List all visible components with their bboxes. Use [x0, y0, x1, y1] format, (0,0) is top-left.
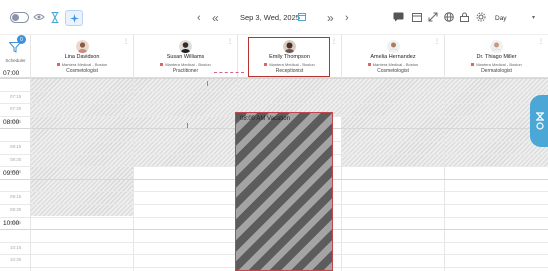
avatar [386, 40, 400, 53]
grid-line [0, 103, 548, 105]
more-icon[interactable]: ⋮ [123, 38, 129, 45]
lock-icon[interactable] [459, 11, 470, 22]
toggle-knob [12, 14, 19, 21]
avatar [179, 40, 192, 53]
staff-role: Cosmetologist [66, 68, 98, 74]
double-chevron-left-icon[interactable]: « [212, 11, 219, 25]
appointment-block[interactable]: 08:00 AM Vacation [235, 112, 333, 271]
staff-role: Practitioner [172, 68, 199, 74]
avatar [75, 40, 89, 53]
availability-toggle[interactable] [10, 12, 29, 23]
staff-column-header[interactable]: Amelia Hernandez Mantera Medical - Bosto… [342, 35, 445, 78]
staff-role: Dermatologist [481, 68, 512, 74]
staff-location-text: Mantera Medical - Boston [61, 62, 108, 67]
scheduler-label: Scheduler [5, 58, 26, 63]
time-label: 07:00 [3, 70, 20, 77]
hourglass-icon [536, 112, 544, 130]
chevron-right-icon[interactable]: › [345, 12, 349, 24]
chevron-down-icon: ▾ [531, 15, 535, 21]
staff-column-header[interactable]: Lina Davidson Mantera Medical - Boston C… [31, 35, 134, 78]
double-chevron-right-icon[interactable]: » [327, 11, 334, 25]
calendar-view-icon[interactable] [411, 11, 422, 22]
staff-name: Amelia Hernandez [370, 54, 416, 60]
calendar-icon[interactable] [298, 12, 306, 21]
staff-column-header[interactable]: Dr. Thiago Miller Mantera Medical - Bost… [445, 35, 548, 78]
grid-line [0, 78, 548, 79]
chevron-left-icon[interactable]: ‹ [197, 12, 201, 24]
staff-name: Susan Williams [166, 54, 205, 60]
staff-location-text: Mantera Medical - Boston [476, 62, 522, 67]
marker-line [187, 123, 188, 128]
grid-line [0, 90, 548, 92]
staff-location: Mantera Medical - Boston [342, 62, 444, 67]
time-label: 07:30 [10, 106, 22, 112]
time-label: 08:00 [3, 119, 20, 127]
staff-name: Lina Davidson [64, 54, 100, 60]
time-label: 10:15 [10, 244, 22, 250]
more-icon[interactable]: ⋮ [538, 38, 544, 45]
hourglass-icon[interactable] [50, 11, 60, 24]
view-select[interactable]: Day ▾ [490, 10, 540, 26]
location-icon [56, 63, 60, 67]
location-icon [471, 63, 475, 67]
time-column: 07:00 07:15 07:30 07:45 08:00 08:15 08:30 08:45… [0, 70, 31, 271]
gear-icon[interactable] [475, 11, 486, 22]
more-icon[interactable]: ⋮ [227, 38, 233, 45]
staff-location: Mantera Medical - Boston [445, 62, 548, 67]
time-label: 10:30 [10, 257, 22, 263]
scheduler-badge: 0 [17, 35, 26, 44]
time-label: 08:15 [10, 144, 22, 149]
staff-role: Cosmetologist [377, 68, 409, 74]
marker-line [207, 81, 208, 86]
appointment-label: 08:00 AM Vacation [240, 116, 290, 122]
globe-icon[interactable] [443, 11, 454, 22]
sparkle-icon[interactable] [65, 10, 83, 26]
staff-location-text: Mantera Medical - Boston [372, 62, 419, 67]
more-icon[interactable]: ⋮ [434, 38, 440, 45]
time-label: 07:15 [10, 93, 22, 99]
avatar [490, 40, 503, 53]
location-icon [367, 63, 371, 67]
time-label: 08:30 [10, 156, 22, 162]
time-label: 09:00 [3, 169, 20, 177]
more-icon[interactable]: ⋮ [331, 38, 337, 45]
top-toolbar: ‹ « Sep 3, Wed, 2025 » › Day ▾ [0, 0, 548, 35]
time-label: 09:30 [10, 207, 22, 212]
waitlist-tab[interactable] [530, 95, 548, 147]
staff-location-text: Mantera Medical - Boston [165, 62, 211, 67]
expand-icon[interactable] [427, 11, 438, 22]
drag-guide [214, 72, 244, 73]
eye-icon[interactable] [33, 11, 45, 23]
selected-staff-highlight [248, 37, 330, 77]
view-select-value: Day [495, 14, 507, 22]
sms-icon[interactable] [393, 11, 404, 22]
current-date[interactable]: Sep 3, Wed, 2025 [240, 13, 300, 22]
time-label: 09:15 [10, 194, 22, 200]
time-label: 10:00 [3, 220, 20, 228]
location-icon [160, 63, 164, 67]
staff-location: Mantera Medical - Boston [31, 62, 133, 67]
staff-name: Dr. Thiago Miller [476, 54, 517, 60]
staff-location: Mantera Medical - Boston [134, 62, 237, 67]
